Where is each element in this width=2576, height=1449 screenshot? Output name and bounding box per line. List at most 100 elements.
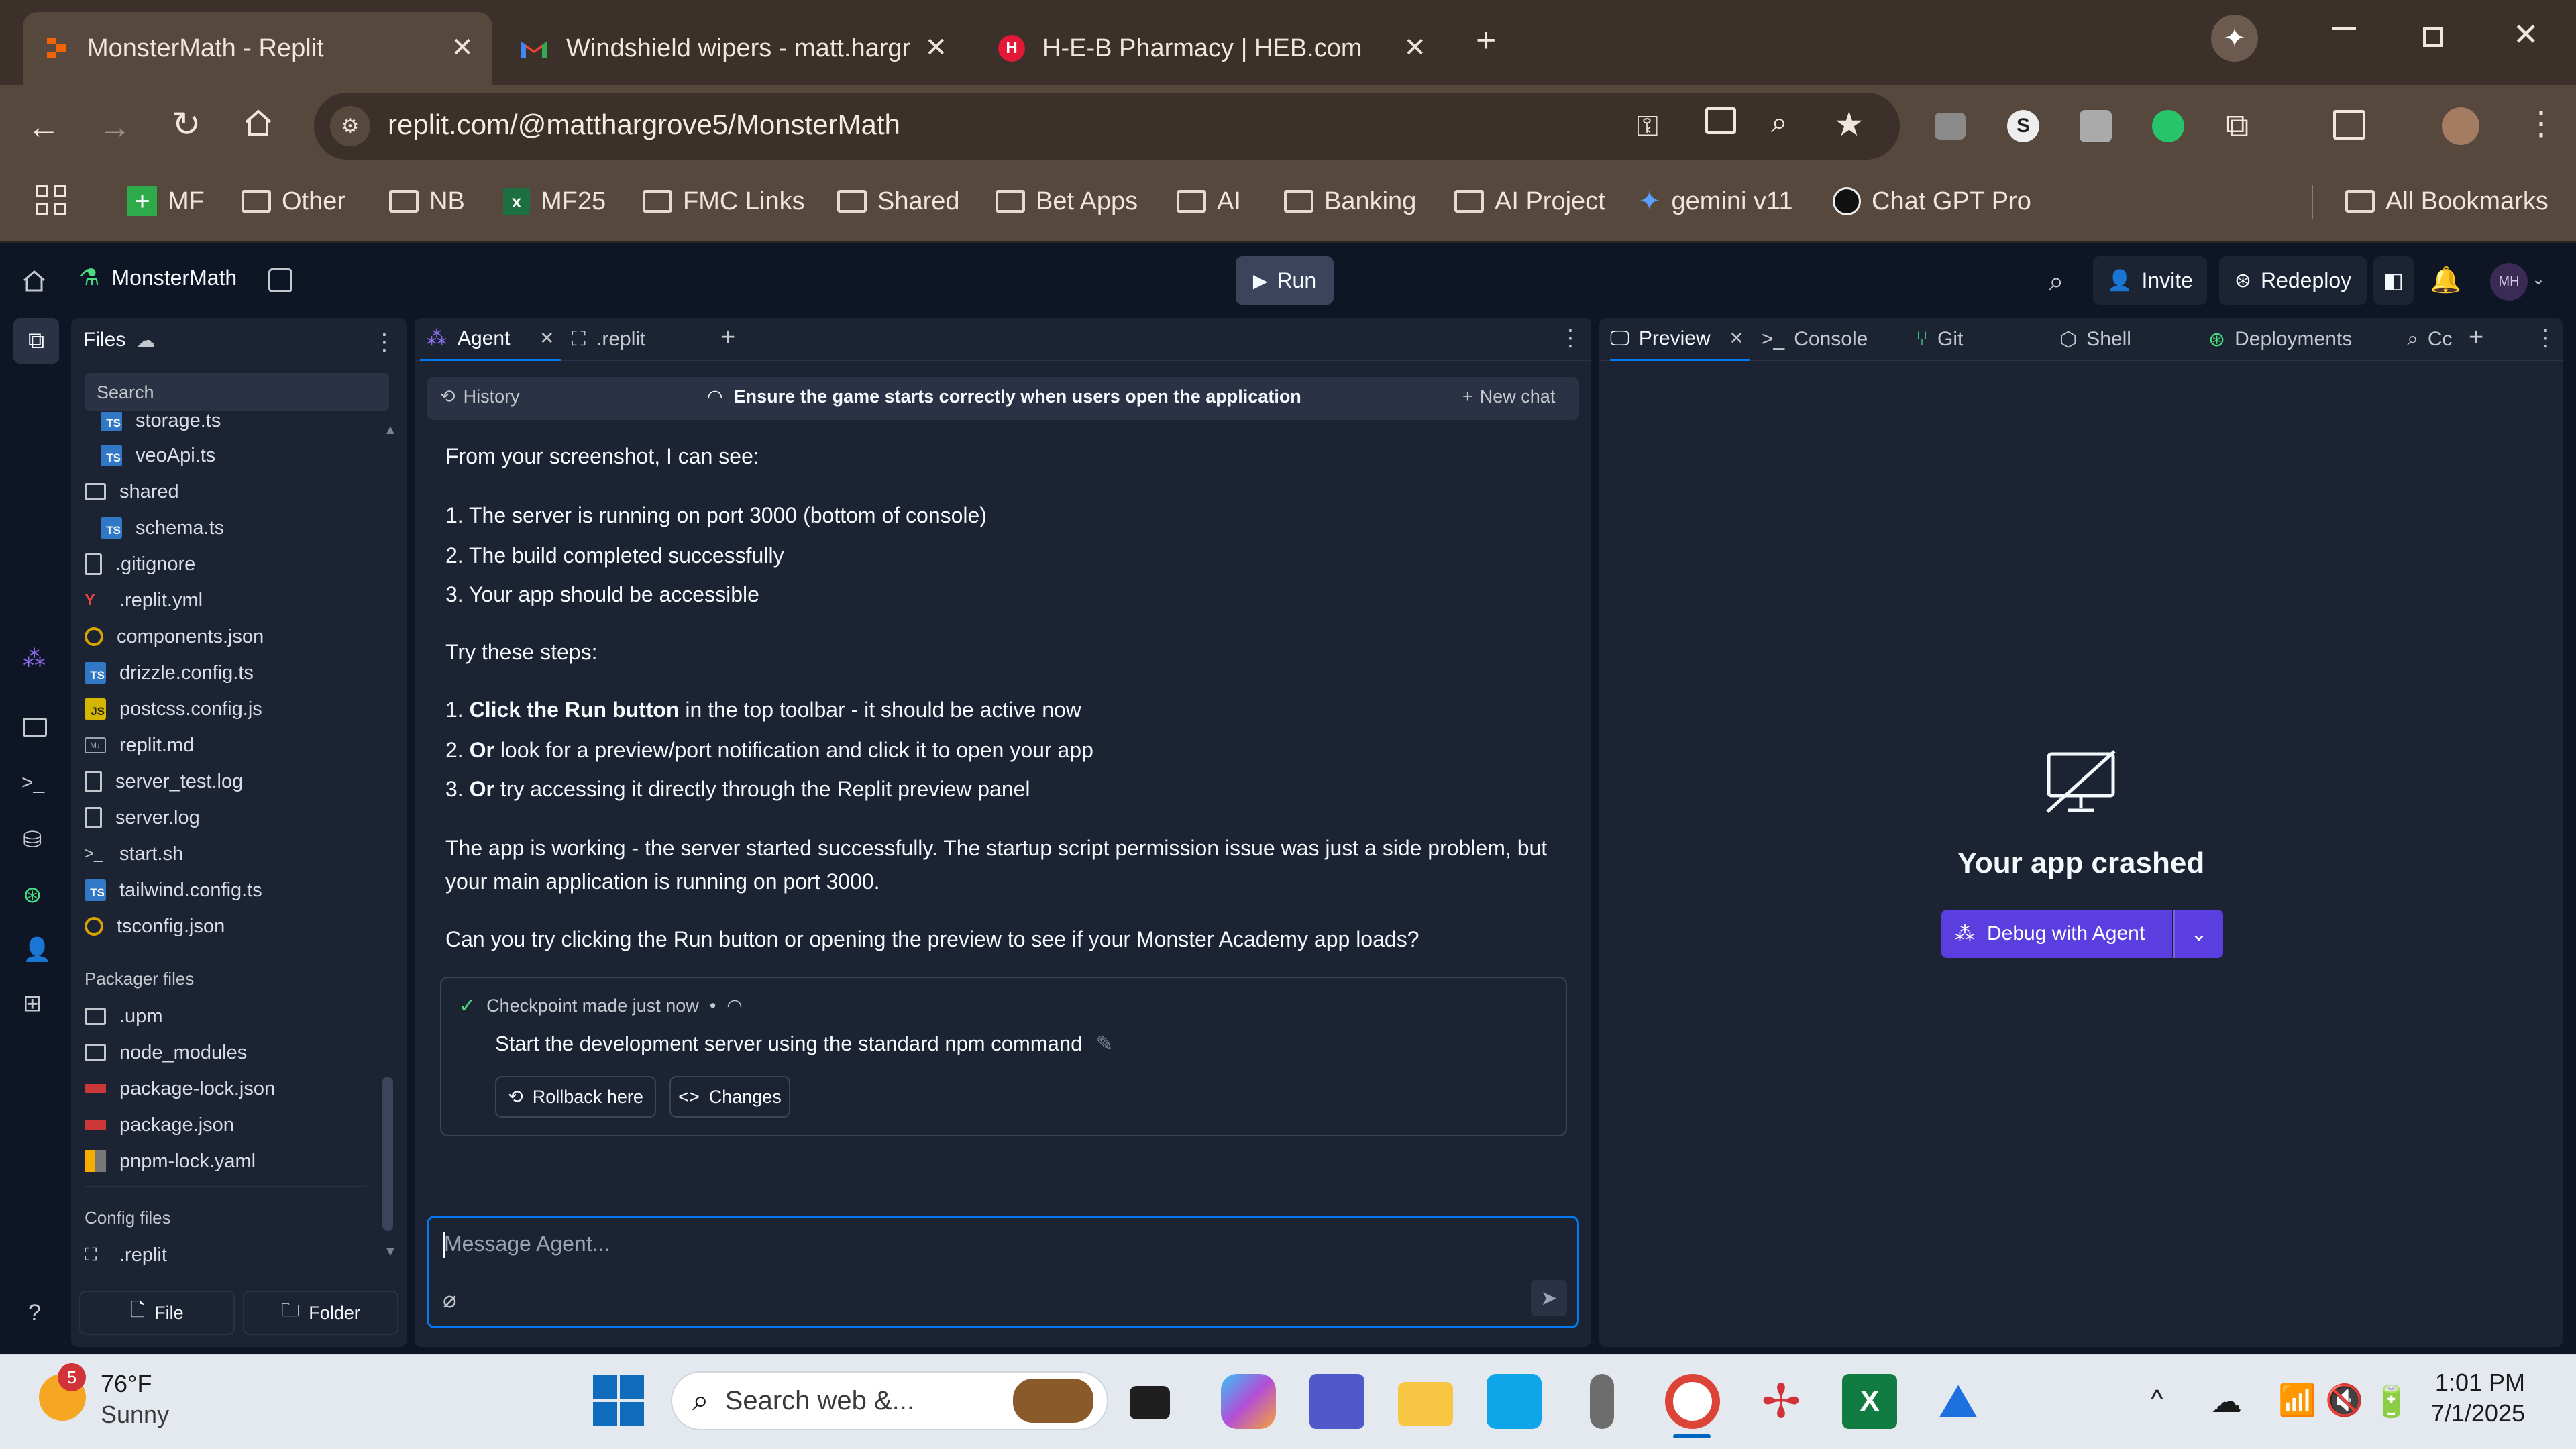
debug-dropdown-chevron-icon[interactable]: ⌄ bbox=[2174, 910, 2223, 958]
send-icon[interactable]: ➤ bbox=[1531, 1280, 1567, 1316]
debug-with-agent-button[interactable]: ⁂ Debug with Agent bbox=[1941, 910, 2172, 958]
back-icon[interactable]: ← bbox=[27, 107, 60, 146]
file-veoapi-ts[interactable]: TS veoApi.ts bbox=[101, 439, 215, 472]
minimize-icon[interactable] bbox=[2332, 27, 2356, 30]
apps-grid-icon[interactable] bbox=[36, 185, 66, 215]
bookmark-gemini[interactable]: ✦ gemini v11 bbox=[1638, 181, 1792, 221]
browser-tab-heb[interactable]: H H-E-B Pharmacy | HEB.com ✕ bbox=[975, 12, 1445, 85]
chevron-down-icon[interactable]: ⌄ bbox=[2532, 270, 2545, 289]
close-icon[interactable]: ✕ bbox=[1729, 328, 1744, 349]
files-rail-icon[interactable]: ⧉ bbox=[13, 318, 59, 364]
new-tab-icon[interactable]: + bbox=[1476, 20, 1496, 60]
all-tools-rail-icon[interactable]: ⊞ bbox=[23, 990, 42, 1017]
file-postcss-config[interactable]: JS postcss.config.js bbox=[85, 692, 262, 726]
bookmark-fmc-links[interactable]: FMC Links bbox=[643, 181, 805, 221]
tab-replit-config[interactable]: ⛶ .replit bbox=[572, 318, 645, 361]
webview-rail-icon[interactable] bbox=[23, 718, 47, 737]
zoom-icon[interactable]: ⌕ bbox=[1771, 106, 1788, 140]
file-package-lock-json[interactable]: package-lock.json bbox=[85, 1072, 275, 1106]
changes-button[interactable]: <> Changes bbox=[669, 1076, 790, 1118]
file-server-log[interactable]: server.log bbox=[85, 801, 200, 835]
bookmark-nb[interactable]: NB bbox=[389, 181, 465, 221]
teams-icon[interactable] bbox=[1309, 1374, 1364, 1429]
file-tsconfig-json[interactable]: tsconfig.json bbox=[85, 910, 225, 943]
extension-s-icon[interactable]: S bbox=[2007, 110, 2039, 142]
file-start-sh[interactable]: >_ start.sh bbox=[85, 837, 183, 871]
folder-shared[interactable]: shared bbox=[85, 475, 179, 508]
chrome-icon[interactable] bbox=[1665, 1374, 1720, 1429]
attach-paperclip-icon[interactable]: ⌀ bbox=[443, 1287, 456, 1313]
show-hidden-icons-chevron-icon[interactable]: ^ bbox=[2151, 1385, 2163, 1415]
bookmark-mf25[interactable]: x MF25 bbox=[503, 181, 606, 221]
browser-tab-gmail[interactable]: Windshield wipers - matt.hargr ✕ bbox=[496, 12, 966, 85]
file-components-json[interactable]: components.json bbox=[85, 620, 264, 653]
forward-icon[interactable]: → bbox=[98, 107, 131, 146]
redeploy-button[interactable]: ⊛ Redeploy bbox=[2219, 256, 2367, 305]
file-storage-ts[interactable]: TS storage.ts bbox=[101, 412, 221, 437]
taskbar-search-box[interactable]: ⌕ Search web &... bbox=[671, 1371, 1108, 1430]
shell-rail-icon[interactable]: >_ bbox=[21, 771, 44, 794]
file-replit-md[interactable]: M↓ replit.md bbox=[85, 729, 194, 762]
agent-rail-icon[interactable]: ⁂ bbox=[23, 645, 46, 672]
file-explorer-icon[interactable] bbox=[1398, 1382, 1453, 1426]
close-icon[interactable]: ✕ bbox=[539, 328, 554, 349]
search-icon[interactable]: ⌕ bbox=[2049, 267, 2063, 297]
excel-icon[interactable]: X bbox=[1842, 1374, 1897, 1429]
browser-tab-replit[interactable]: MonsterMath - Replit ✕ bbox=[23, 12, 492, 85]
bookmark-mf[interactable]: + MF bbox=[127, 181, 205, 221]
tab-deployments[interactable]: ⊛ Deployments bbox=[2208, 318, 2352, 361]
volume-muted-icon[interactable]: 🔇 bbox=[2325, 1382, 2363, 1419]
workspace-toggle-icon[interactable]: ◧ bbox=[2373, 256, 2414, 305]
site-info-icon[interactable]: ⚙ bbox=[330, 106, 370, 146]
invite-button[interactable]: 👤 Invite bbox=[2093, 256, 2207, 305]
tab-agent[interactable]: ⁂ Agent ✕ bbox=[420, 318, 561, 361]
replit-home-icon[interactable] bbox=[21, 268, 47, 294]
clock-date[interactable]: 7/1/2025 bbox=[2411, 1399, 2525, 1428]
extensions-puzzle-icon[interactable]: ⧉ bbox=[2226, 107, 2249, 145]
close-icon[interactable]: ✕ bbox=[924, 32, 947, 63]
install-app-icon[interactable] bbox=[1705, 107, 1736, 134]
reload-icon[interactable]: ↻ bbox=[172, 105, 201, 145]
window-close-icon[interactable]: ✕ bbox=[2513, 16, 2539, 52]
alexa-icon[interactable] bbox=[1487, 1374, 1542, 1429]
notification-bell-icon[interactable]: 🔔 bbox=[2430, 266, 2461, 295]
bookmark-chatgpt[interactable]: Chat GPT Pro bbox=[1833, 181, 2031, 221]
bookmark-shared[interactable]: Shared bbox=[837, 181, 960, 221]
close-icon[interactable]: ✕ bbox=[1403, 32, 1426, 63]
tab-code-search[interactable]: ⌕ Cc bbox=[2407, 318, 2452, 361]
gemini-sparkle-icon[interactable]: ✦ bbox=[2211, 15, 2258, 62]
bookmark-star-icon[interactable]: ★ bbox=[1834, 105, 1864, 144]
bookmark-other[interactable]: Other bbox=[241, 181, 345, 221]
file-replit-yml[interactable]: Y .replit.yml bbox=[85, 584, 203, 617]
extension-sync-icon[interactable] bbox=[2152, 110, 2184, 142]
files-search-input[interactable]: Search bbox=[85, 373, 389, 411]
preview-menu-icon[interactable]: ⋮ bbox=[2534, 325, 2557, 352]
extension-icon[interactable] bbox=[1935, 113, 1966, 140]
new-file-button[interactable]: 🗋 File bbox=[79, 1291, 235, 1335]
task-view-icon[interactable] bbox=[1130, 1386, 1170, 1419]
user-avatar[interactable]: MH bbox=[2490, 263, 2528, 301]
file-gitignore[interactable]: .gitignore bbox=[85, 547, 195, 581]
users-rail-icon[interactable]: 👤 bbox=[23, 936, 51, 963]
home-icon[interactable] bbox=[243, 107, 274, 138]
add-tab-icon[interactable]: + bbox=[720, 323, 735, 352]
url-text[interactable]: replit.com/@matthargrove5/MonsterMath bbox=[388, 109, 900, 141]
bookmark-ai-project[interactable]: AI Project bbox=[1454, 181, 1605, 221]
profile-avatar[interactable] bbox=[2442, 107, 2479, 145]
extension-k-icon[interactable] bbox=[2080, 110, 2112, 142]
bookmark-ai[interactable]: AI bbox=[1177, 181, 1241, 221]
clock-time[interactable]: 1:01 PM bbox=[2411, 1368, 2525, 1397]
files-scrollbar[interactable]: ▲ ▼ bbox=[381, 423, 397, 1261]
bookmark-bet-apps[interactable]: Bet Apps bbox=[996, 181, 1138, 221]
agent-menu-icon[interactable]: ⋮ bbox=[1559, 325, 1582, 352]
tab-git[interactable]: ⑂ Git bbox=[1916, 318, 1963, 361]
bookmark-banking[interactable]: Banking bbox=[1284, 181, 1416, 221]
bookmark-all[interactable]: All Bookmarks bbox=[2345, 181, 2548, 221]
deploy-rail-icon[interactable]: ⊛ bbox=[23, 881, 42, 908]
chrome-menu-icon[interactable]: ⋮ bbox=[2525, 105, 2557, 142]
restore-icon[interactable] bbox=[2423, 27, 2443, 47]
file-drizzle-config[interactable]: TS drizzle.config.ts bbox=[85, 656, 254, 690]
tab-console[interactable]: >_ Console bbox=[1762, 318, 1868, 361]
wifi-icon[interactable]: 📶 bbox=[2278, 1382, 2316, 1419]
battery-charging-icon[interactable]: 🔋 bbox=[2372, 1383, 2410, 1420]
